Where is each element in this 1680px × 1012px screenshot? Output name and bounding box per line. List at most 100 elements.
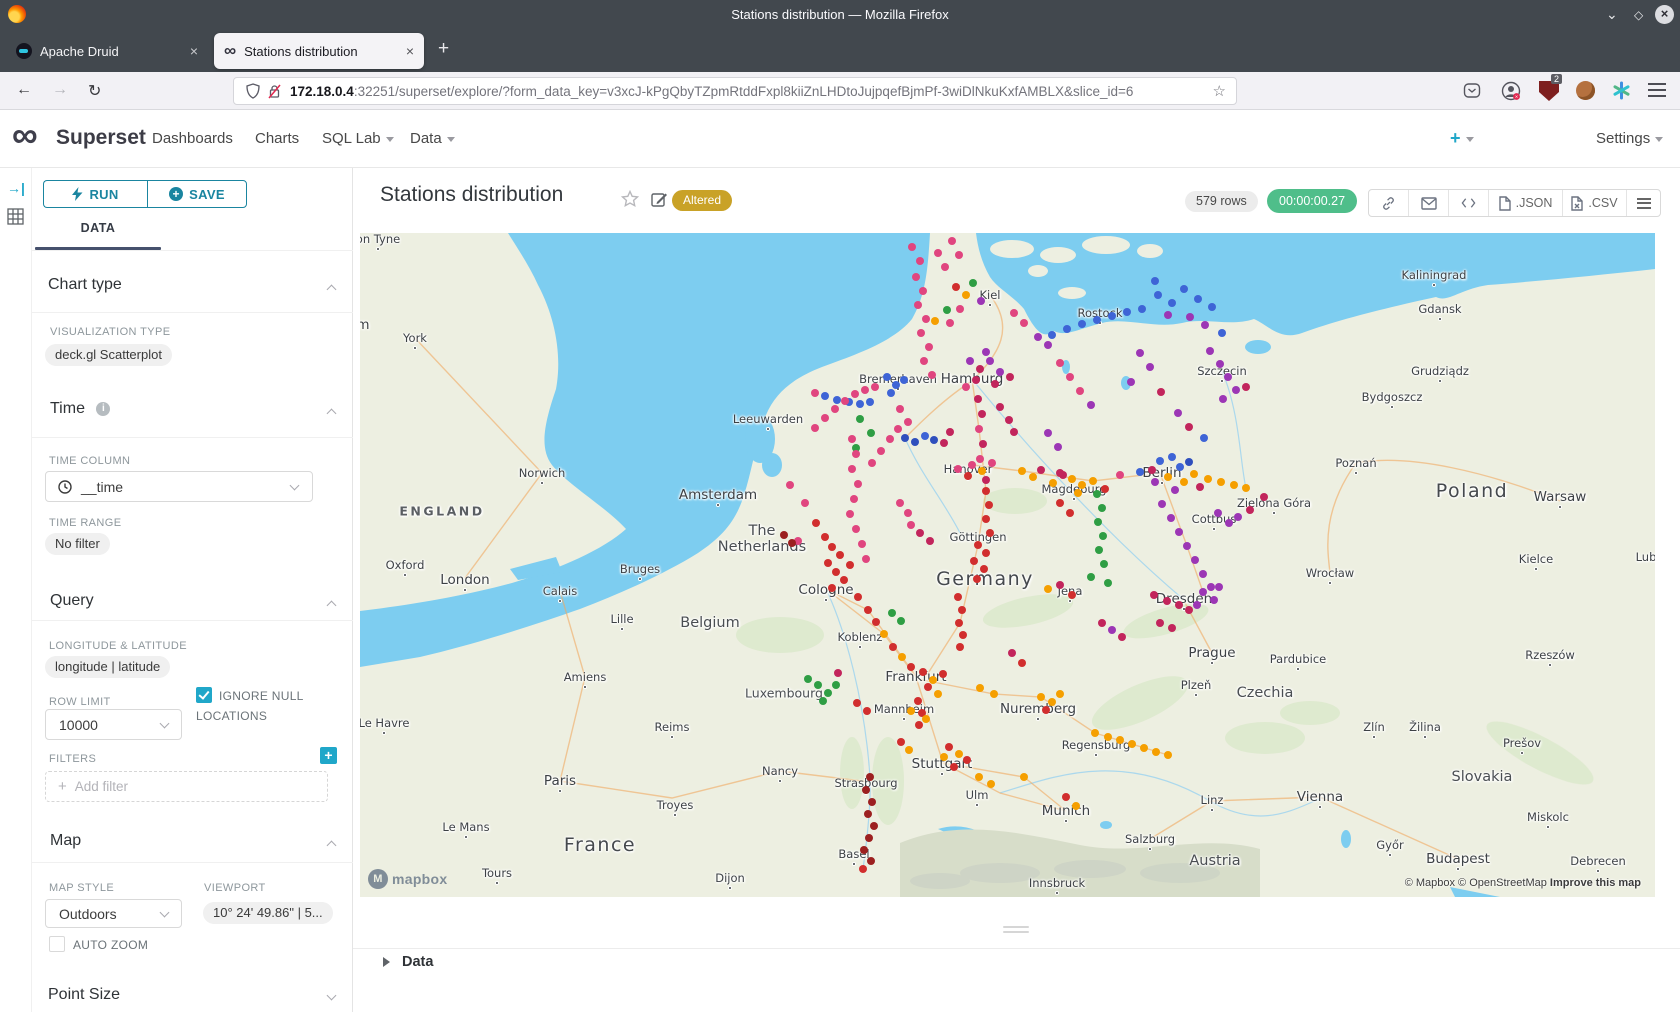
auto-zoom-control[interactable]: AUTO ZOOM <box>49 936 148 954</box>
url-input[interactable]: 172.18.0.4:32251/superset/explore/?form_… <box>233 77 1237 105</box>
altered-badge[interactable]: Altered <box>672 190 732 211</box>
scatter-point <box>956 305 964 313</box>
nav-item-charts[interactable]: Charts <box>255 130 299 147</box>
bookmark-star-icon[interactable]: ☆ <box>1213 82 1226 100</box>
viz-type-value[interactable]: deck.gl Scatterplot <box>45 344 172 366</box>
map-city-dot <box>558 599 562 603</box>
new-chart-plus-button[interactable]: + <box>1450 128 1474 149</box>
lonlat-label: LONGITUDE & LATITUDE <box>49 640 187 652</box>
shield-icon[interactable] <box>246 83 260 99</box>
datasource-grid-icon[interactable] <box>7 208 24 225</box>
tab-close-icon[interactable]: × <box>406 43 414 59</box>
mapbox-logo[interactable]: M mapbox <box>368 869 447 889</box>
embed-code-button[interactable] <box>1449 190 1489 216</box>
scatter-point <box>1185 458 1193 466</box>
add-filter-plus-button[interactable]: + <box>320 747 337 764</box>
back-icon[interactable]: ← <box>16 81 32 99</box>
email-button[interactable] <box>1409 190 1449 216</box>
section-map[interactable]: Map <box>50 832 81 850</box>
window-minimize-button[interactable]: ⌄ <box>1606 5 1618 23</box>
map-label: Calais <box>543 584 578 598</box>
export-json-button[interactable]: .JSON <box>1489 190 1563 216</box>
tab-data[interactable]: DATA <box>35 221 161 235</box>
nav-item-sqllab[interactable]: SQL Lab <box>322 130 394 147</box>
map-style-select[interactable]: Outdoors <box>45 899 182 928</box>
section-chart-type[interactable]: Chart type <box>48 276 122 294</box>
section-point-size[interactable]: Point Size <box>48 986 120 1004</box>
checkbox-checked-icon[interactable] <box>196 687 212 703</box>
scatter-point <box>814 681 822 689</box>
section-query[interactable]: Query <box>50 592 94 610</box>
data-panel-toggle[interactable]: Data <box>383 954 433 970</box>
map-label: Frankfurt <box>885 669 946 685</box>
chevron-up-icon[interactable] <box>327 285 337 295</box>
export-csv-label: .CSV <box>1588 196 1617 210</box>
scatter-point <box>1044 341 1052 349</box>
scatter-point <box>819 697 827 705</box>
cookie-icon[interactable] <box>1576 81 1595 100</box>
brand-name[interactable]: Superset <box>56 126 146 150</box>
scatter-point <box>1140 744 1148 752</box>
map-label: Reims <box>655 720 690 734</box>
ublock-icon[interactable] <box>1539 81 1559 101</box>
scatter-point <box>866 398 874 406</box>
extension-asterisk-icon[interactable] <box>1612 81 1631 100</box>
browser-tab-stations[interactable]: ∞ Stations distribution × <box>214 33 424 69</box>
account-icon[interactable]: × <box>1501 81 1521 101</box>
edit-title-icon[interactable] <box>651 191 668 208</box>
new-tab-button[interactable]: + <box>438 38 449 60</box>
superset-navbar: ∞ Superset Dashboards Charts SQL Lab Dat… <box>0 110 1680 168</box>
scatter-point <box>1049 479 1057 487</box>
nav-item-dashboards[interactable]: Dashboards <box>152 130 233 147</box>
map-canvas[interactable]: on TynemYorkENGLANDNorwichOxfordLondonCa… <box>360 233 1655 897</box>
ignore-null-control[interactable]: IGNORE NULL LOCATIONS <box>196 686 331 726</box>
scatter-point <box>978 410 986 418</box>
scatter-point <box>1116 471 1124 479</box>
browser-tab-druid[interactable]: Apache Druid × <box>6 33 208 69</box>
superset-logo[interactable]: ∞ <box>12 118 38 152</box>
scatter-point <box>1100 560 1108 568</box>
scatter-point <box>901 434 909 442</box>
window-close-button[interactable]: × <box>1655 5 1674 24</box>
map-label: Austria <box>1189 853 1240 869</box>
copy-link-button[interactable] <box>1369 190 1409 216</box>
scatter-point <box>1098 619 1106 627</box>
map-label: London <box>440 572 490 588</box>
save-button[interactable]: + SAVE <box>147 180 247 208</box>
chevron-up-icon[interactable] <box>327 841 337 851</box>
pocket-icon[interactable] <box>1463 82 1481 100</box>
chevron-up-icon[interactable] <box>327 409 337 419</box>
chevron-up-icon[interactable] <box>327 601 337 611</box>
info-icon: i <box>96 402 110 416</box>
tab-close-icon[interactable]: × <box>190 43 198 59</box>
time-column-select[interactable]: __time <box>45 471 313 502</box>
settings-menu[interactable]: Settings <box>1596 130 1663 147</box>
chevron-down-icon[interactable] <box>327 991 337 1001</box>
lock-disabled-icon[interactable] <box>268 84 281 99</box>
checkbox-unchecked-icon[interactable] <box>49 936 65 952</box>
panel-resize-handle[interactable] <box>1003 926 1029 936</box>
window-titlebar: Stations distribution — Mozilla Firefox … <box>0 0 1680 29</box>
improve-map-link[interactable]: Improve this map <box>1550 877 1641 889</box>
favorite-star-icon[interactable] <box>621 190 639 208</box>
map-label: Győr <box>1376 838 1403 852</box>
collapse-panel-icon[interactable]: →| <box>7 180 25 196</box>
viewport-value[interactable]: 10° 24' 49.86" | 5... <box>203 902 333 924</box>
run-button[interactable]: RUN <box>43 180 147 208</box>
map-city-dot <box>988 303 992 307</box>
scatter-point <box>1063 325 1071 333</box>
scatter-point <box>850 495 858 503</box>
reload-icon[interactable]: ↻ <box>88 81 101 101</box>
lonlat-value[interactable]: longitude | latitude <box>45 656 170 678</box>
section-time[interactable]: Time i <box>50 400 110 418</box>
window-maximize-button[interactable]: ◇ <box>1634 6 1643 24</box>
nav-item-data[interactable]: Data <box>410 130 455 147</box>
export-csv-button[interactable]: .CSV <box>1563 190 1627 216</box>
scatter-point <box>865 834 873 842</box>
row-limit-select[interactable]: 10000 <box>45 709 182 740</box>
time-range-value[interactable]: No filter <box>45 533 110 555</box>
browser-menu-icon[interactable] <box>1648 83 1666 97</box>
scatter-point <box>928 371 936 379</box>
chart-menu-button[interactable] <box>1627 190 1660 216</box>
add-filter-input[interactable]: + Add filter <box>45 771 328 802</box>
